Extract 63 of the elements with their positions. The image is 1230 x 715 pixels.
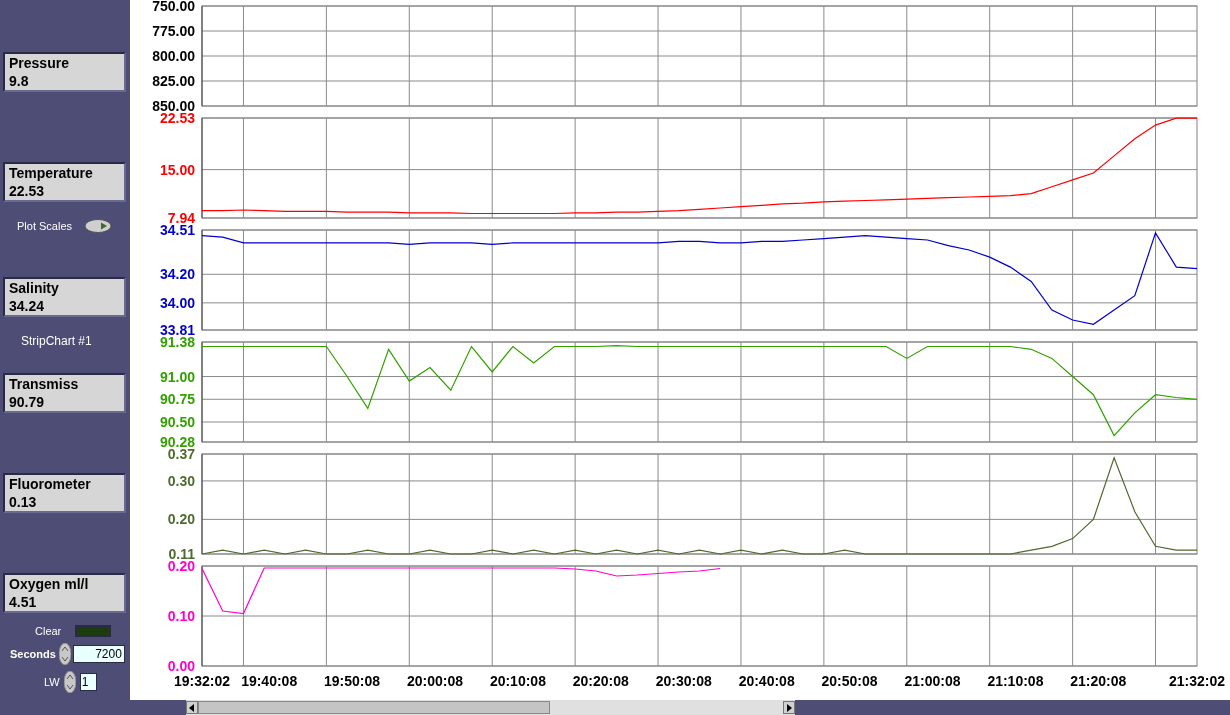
indicator-value: 0.13	[9, 492, 38, 511]
axis-tick-label: 0.11	[168, 546, 195, 560]
axis-tick-label: 90.50	[159, 414, 195, 430]
axis-tick-label: 7.94	[167, 210, 195, 224]
indicator-value: 90.79	[9, 392, 46, 411]
axis-tick-label: 33.81	[159, 322, 195, 336]
axis-tick-label: 34.51	[159, 224, 195, 238]
axis-tick-label: 0.20	[167, 511, 195, 528]
indicator-value: 9.8	[9, 72, 30, 90]
lw-label: LW	[44, 674, 60, 690]
time-tick-label: 20:50:08	[821, 673, 878, 689]
time-tick-label: 20:10:08	[489, 673, 546, 689]
spinner-arrows-icon[interactable]	[58, 643, 71, 665]
indicator-label: Temperature	[9, 164, 94, 182]
indicator-value: 22.53	[9, 182, 46, 200]
indicator-value: 34.24	[9, 296, 46, 315]
indicator-value: 4.51	[9, 592, 38, 611]
time-tick-label: 19:40:08	[241, 673, 298, 689]
indicator-label: Salinity	[9, 278, 60, 297]
time-tick-label: 20:40:08	[738, 673, 795, 689]
horizontal-scrollbar[interactable]	[186, 700, 795, 715]
axis-tick-label: 800.00	[152, 48, 195, 64]
scroll-left-icon[interactable]	[186, 701, 198, 714]
toggle-switch-icon[interactable]	[84, 219, 113, 234]
time-tick-label: 21:20:08	[1070, 673, 1127, 689]
chart-name-label: StripChart #1	[21, 332, 93, 349]
axis-tick-label: 775.00	[152, 23, 195, 39]
scroll-right-icon[interactable]	[783, 701, 795, 714]
time-tick-label: 20:30:08	[655, 673, 712, 689]
indicator-label: Pressure	[9, 54, 70, 72]
axis-tick-label: 90.28	[159, 434, 195, 448]
indicator-label: Transmiss	[9, 374, 80, 393]
axis-tick-label: 0.00	[167, 658, 195, 674]
time-tick-label: 21:10:08	[987, 673, 1044, 689]
scroll-thumb[interactable]	[198, 701, 550, 714]
axis-tick-label: 34.00	[159, 294, 195, 311]
time-tick-label: 19:32:02	[174, 673, 230, 689]
axis-tick-label: 0.20	[167, 560, 195, 574]
spinner-arrows-icon[interactable]	[63, 671, 76, 693]
axis-tick-label: 850.00	[152, 98, 195, 112]
axis-tick-label: 750.00	[152, 0, 195, 14]
indicator-label: Oxygen ml/l	[9, 574, 90, 593]
plot-scales-label: Plot Scales	[17, 219, 73, 234]
indicator-label: Fluorometer	[9, 474, 92, 493]
time-tick-label: 20:20:08	[572, 673, 629, 689]
axis-tick-label: 90.75	[159, 391, 195, 408]
axis-tick-label: 15.00	[159, 161, 195, 178]
axis-tick-label: 0.10	[167, 608, 195, 624]
lw-field[interactable]: 1	[79, 673, 97, 691]
seconds-label: Seconds	[10, 646, 56, 662]
time-tick-label: 19:50:08	[324, 673, 381, 689]
axis-tick-label: 34.20	[159, 266, 195, 283]
axis-tick-label: 91.38	[159, 336, 195, 350]
axis-tick-label: 91.00	[159, 368, 195, 385]
clear-label: Clear	[35, 623, 62, 639]
axis-tick-label: 0.30	[167, 472, 195, 489]
time-tick-label: 21:00:08	[904, 673, 961, 689]
time-tick-label: 21:32:02	[1169, 673, 1225, 689]
axis-tick-label: 22.53	[159, 112, 195, 126]
axis-tick-label: 0.37	[167, 448, 195, 462]
seconds-field[interactable]: 7200	[72, 645, 125, 663]
time-tick-label: 20:00:08	[406, 673, 463, 689]
axis-tick-label: 825.00	[152, 73, 195, 89]
